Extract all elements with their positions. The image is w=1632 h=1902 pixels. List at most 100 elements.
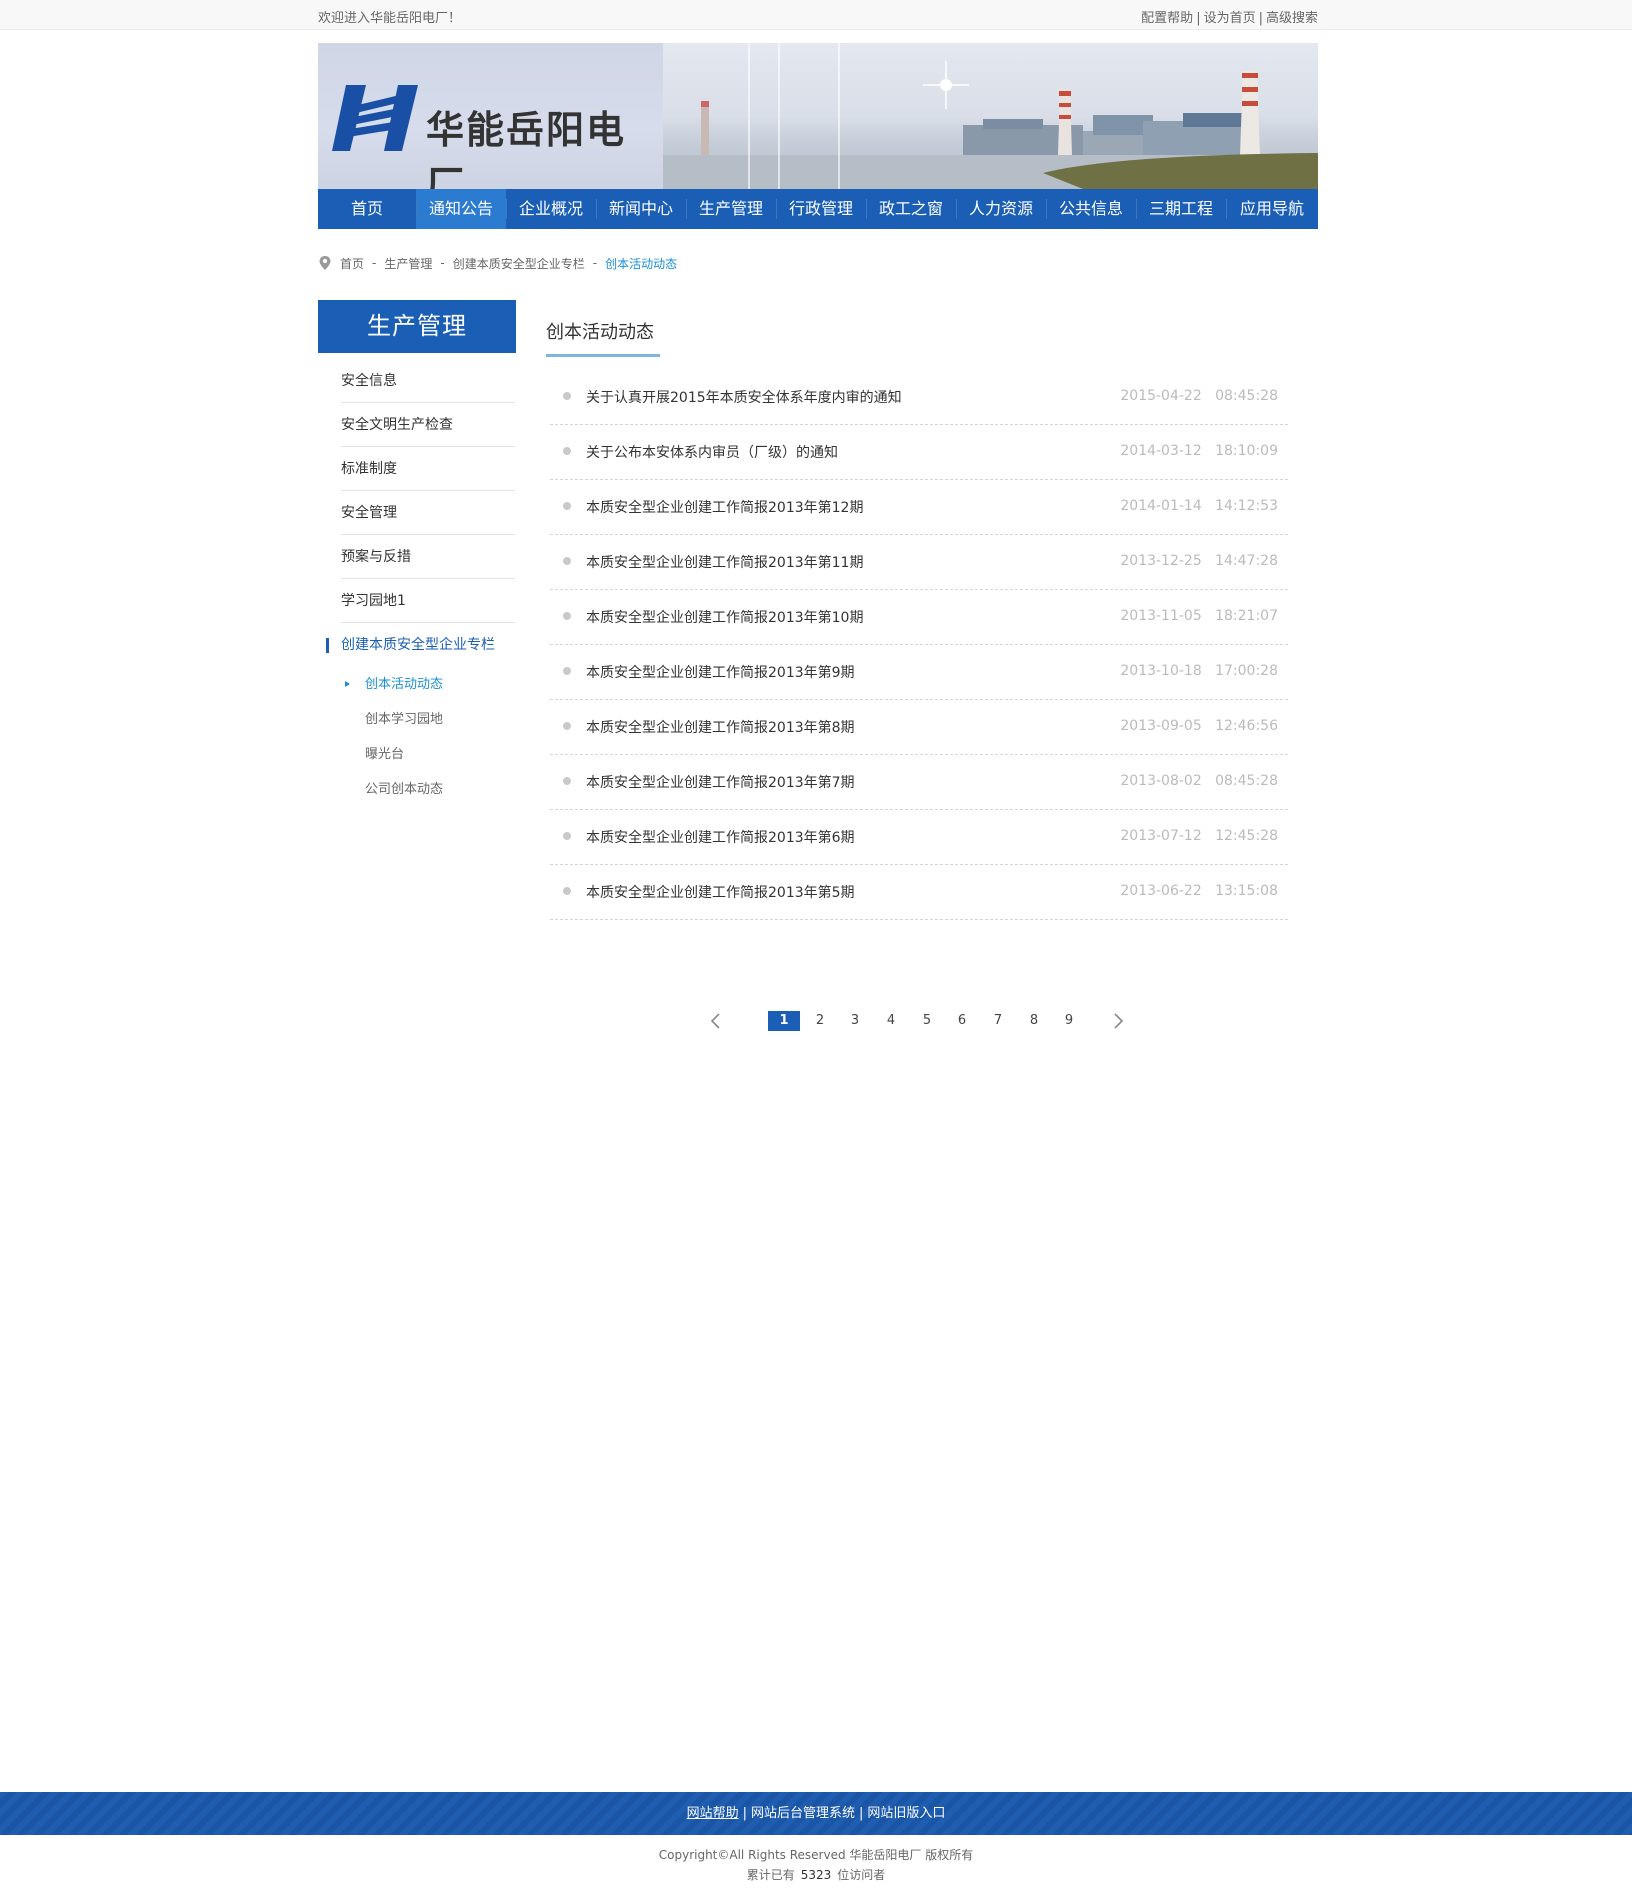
visitor-count: 5323 — [800, 1868, 832, 1882]
news-datetime: 2014-01-14 14:12:53 — [1120, 498, 1278, 514]
plant-skyline-image — [663, 61, 1318, 189]
page-1[interactable]: 1 — [768, 1011, 800, 1031]
nav-item-phase3[interactable]: 三期工程 — [1136, 189, 1226, 229]
nav-item-news[interactable]: 新闻中心 — [596, 189, 686, 229]
huaneng-logo-icon — [332, 85, 418, 151]
location-pin-icon — [319, 256, 331, 270]
news-datetime: 2015-04-22 08:45:28 — [1120, 388, 1278, 404]
list-item[interactable]: 本质安全型企业创建工作简报2013年第9期 2013-10-18 17:00:2… — [550, 645, 1288, 700]
news-title[interactable]: 关于公布本安体系内审员（厂级）的通知 — [586, 442, 838, 462]
bullet-icon — [563, 667, 571, 675]
nav-item-public-info[interactable]: 公共信息 — [1046, 189, 1136, 229]
list-item[interactable]: 本质安全型企业创建工作简报2013年第7期 2013-08-02 08:45:2… — [550, 755, 1288, 810]
nav-item-political[interactable]: 政工之窗 — [866, 189, 956, 229]
list-item[interactable]: 关于认真开展2015年本质安全体系年度内审的通知 2015-04-22 08:4… — [550, 370, 1288, 425]
logo-text: 华能岳阳电厂 — [426, 108, 627, 189]
sidebar-item-safety-enterprise[interactable]: 创建本质安全型企业专栏 — [326, 623, 515, 667]
sidebar-item-safety-info[interactable]: 安全信息 — [341, 359, 515, 403]
breadcrumb: 首页 - 生产管理 - 创建本质安全型企业专栏 - 创本活动动态 — [318, 254, 677, 272]
logo-area: 华能岳阳电厂 — [318, 43, 663, 189]
nav-item-hr[interactable]: 人力资源 — [956, 189, 1046, 229]
page-7[interactable]: 7 — [982, 1011, 1014, 1031]
breadcrumb-production[interactable]: 生产管理 — [384, 255, 432, 272]
sidebar-item-learning[interactable]: 学习园地1 — [341, 579, 515, 623]
list-item[interactable]: 本质安全型企业创建工作简报2013年第10期 2013-11-05 18:21:… — [550, 590, 1288, 645]
page-6[interactable]: 6 — [946, 1011, 978, 1031]
news-datetime: 2013-07-12 12:45:28 — [1120, 828, 1278, 844]
bullet-icon — [563, 557, 571, 565]
sidebar-item-safety-inspection[interactable]: 安全文明生产检查 — [341, 403, 515, 447]
footer-links-bar: 网站帮助 | 网站后台管理系统 | 网站旧版入口 — [0, 1792, 1632, 1835]
nav-item-home[interactable]: 首页 — [318, 189, 416, 229]
sidebar-submenu: 创本活动动态 创本学习园地 曝光台 公司创本动态 — [345, 667, 516, 807]
news-title[interactable]: 本质安全型企业创建工作简报2013年第8期 — [586, 717, 855, 737]
news-datetime: 2013-08-02 08:45:28 — [1120, 773, 1278, 789]
page-4[interactable]: 4 — [875, 1011, 907, 1031]
news-datetime: 2013-12-25 14:47:28 — [1120, 553, 1278, 569]
top-links: 配置帮助 | 设为首页 | 高级搜索 — [1141, 11, 1318, 26]
sidebar-subitem-learning-garden[interactable]: 创本学习园地 — [365, 702, 516, 737]
sidebar-item-contingency[interactable]: 预案与反措 — [341, 535, 515, 579]
bullet-icon — [563, 447, 571, 455]
bullet-icon — [563, 502, 571, 510]
sidebar-subitem-exposure[interactable]: 曝光台 — [365, 737, 516, 772]
news-list: 关于认真开展2015年本质安全体系年度内审的通知 2015-04-22 08:4… — [550, 370, 1288, 920]
power-plant-photo — [663, 43, 1318, 189]
list-item[interactable]: 本质安全型企业创建工作简报2013年第11期 2013-12-25 14:47:… — [550, 535, 1288, 590]
list-item[interactable]: 本质安全型企业创建工作简报2013年第5期 2013-06-22 13:15:0… — [550, 865, 1288, 920]
sidebar-item-safety-management[interactable]: 安全管理 — [341, 491, 515, 535]
site-help-link[interactable]: 网站帮助 — [687, 1806, 739, 1821]
breadcrumb-safety-column[interactable]: 创建本质安全型企业专栏 — [453, 255, 585, 272]
title-underline — [546, 354, 660, 357]
set-homepage-link[interactable]: 设为首页 — [1204, 11, 1256, 26]
page-9[interactable]: 9 — [1053, 1011, 1085, 1031]
bullet-icon — [563, 722, 571, 730]
config-help-link[interactable]: 配置帮助 — [1141, 11, 1193, 26]
bullet-icon — [563, 612, 571, 620]
top-bar: 欢迎进入华能岳阳电厂！ 配置帮助 | 设为首页 | 高级搜索 — [0, 0, 1632, 30]
main-nav: 首页 通知公告 企业概况 新闻中心 生产管理 行政管理 政工之窗 人力资源 公共… — [318, 189, 1318, 229]
news-datetime: 2013-10-18 17:00:28 — [1120, 663, 1278, 679]
breadcrumb-current: 创本活动动态 — [605, 256, 678, 271]
chevron-left-icon[interactable] — [706, 1011, 726, 1031]
list-item[interactable]: 关于公布本安体系内审员（厂级）的通知 2014-03-12 18:10:09 — [550, 425, 1288, 480]
news-title[interactable]: 本质安全型企业创建工作简报2013年第12期 — [586, 497, 863, 517]
copyright-text: Copyright©All Rights Reserved 华能岳阳电厂 版权所… — [658, 1848, 974, 1862]
bullet-icon — [563, 777, 571, 785]
nav-item-apps[interactable]: 应用导航 — [1226, 189, 1318, 229]
sidebar-subitem-company-news[interactable]: 公司创本动态 — [365, 772, 516, 807]
list-item[interactable]: 本质安全型企业创建工作简报2013年第6期 2013-07-12 12:45:2… — [550, 810, 1288, 865]
list-item[interactable]: 本质安全型企业创建工作简报2013年第8期 2013-09-05 12:46:5… — [550, 700, 1288, 755]
page-2[interactable]: 2 — [804, 1011, 836, 1031]
page-3[interactable]: 3 — [839, 1011, 871, 1031]
nav-item-production[interactable]: 生产管理 — [686, 189, 776, 229]
news-title[interactable]: 本质安全型企业创建工作简报2013年第11期 — [586, 552, 863, 572]
page-8[interactable]: 8 — [1018, 1011, 1050, 1031]
news-datetime: 2013-09-05 12:46:56 — [1120, 718, 1278, 734]
news-title[interactable]: 本质安全型企业创建工作简报2013年第9期 — [586, 662, 855, 682]
sidebar-menu: 安全信息 安全文明生产检查 标准制度 安全管理 预案与反措 学习园地1 创建本质… — [318, 359, 516, 807]
admin-system-link[interactable]: 网站后台管理系统 — [751, 1806, 855, 1821]
news-title[interactable]: 本质安全型企业创建工作简报2013年第7期 — [586, 772, 855, 792]
news-datetime: 2013-11-05 18:21:07 — [1120, 608, 1278, 624]
nav-item-notices[interactable]: 通知公告 — [416, 189, 506, 229]
news-datetime: 2014-03-12 18:10:09 — [1120, 443, 1278, 459]
news-title[interactable]: 本质安全型企业创建工作简报2013年第10期 — [586, 607, 863, 627]
sidebar-subitem-activity-news[interactable]: 创本活动动态 — [345, 667, 516, 702]
nav-item-administration[interactable]: 行政管理 — [776, 189, 866, 229]
list-item[interactable]: 本质安全型企业创建工作简报2013年第12期 2014-01-14 14:12:… — [550, 480, 1288, 535]
old-site-link[interactable]: 网站旧版入口 — [867, 1806, 945, 1821]
nav-item-company[interactable]: 企业概况 — [506, 189, 596, 229]
advanced-search-link[interactable]: 高级搜索 — [1266, 11, 1318, 26]
breadcrumb-home[interactable]: 首页 — [340, 255, 364, 272]
news-title[interactable]: 本质安全型企业创建工作简报2013年第5期 — [586, 882, 855, 902]
news-datetime: 2013-06-22 13:15:08 — [1120, 883, 1278, 899]
section-title: 创本活动动态 — [546, 322, 654, 343]
chevron-right-icon[interactable] — [1108, 1011, 1128, 1031]
bullet-icon — [563, 392, 571, 400]
news-title[interactable]: 本质安全型企业创建工作简报2013年第6期 — [586, 827, 855, 847]
sidebar-item-standards[interactable]: 标准制度 — [341, 447, 515, 491]
news-title[interactable]: 关于认真开展2015年本质安全体系年度内审的通知 — [586, 387, 902, 407]
page-5[interactable]: 5 — [911, 1011, 943, 1031]
sidebar-title: 生产管理 — [318, 300, 516, 353]
